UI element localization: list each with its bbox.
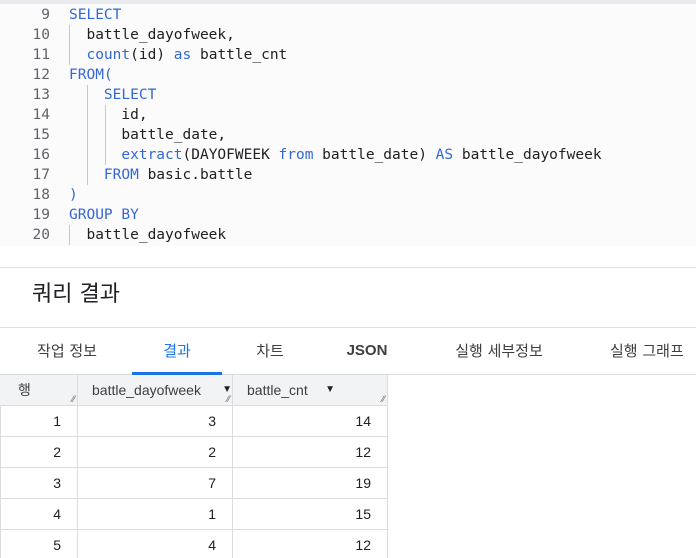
column-header-cnt[interactable]: battle_cnt ▼ ⁄⁄ — [233, 375, 388, 406]
code-text: FROM basic.battle — [69, 165, 252, 185]
sql-keyword: GROUP BY — [69, 207, 139, 223]
sql-identifier: id, — [69, 107, 148, 123]
dayofweek-cell[interactable]: 1 — [78, 499, 233, 530]
sql-keyword: ) — [69, 187, 78, 203]
cnt-cell[interactable]: 12 — [233, 530, 388, 558]
code-line[interactable]: 9 SELECT — [0, 5, 696, 25]
sql-keyword: extract — [121, 147, 183, 163]
code-line[interactable]: 13 SELECT — [0, 85, 696, 105]
line-number: 14 — [32, 107, 50, 123]
tab-json[interactable]: JSON — [328, 328, 406, 375]
code-text: GROUP BY — [69, 205, 139, 225]
row-number-cell[interactable]: 2 — [0, 437, 78, 468]
code-text: count(id) as battle_cnt — [69, 45, 287, 65]
panel-splitter[interactable] — [0, 246, 696, 268]
cnt-cell[interactable]: 15 — [233, 499, 388, 530]
sql-editor[interactable]: 9 SELECT 10 battle_dayofweek, 11 count(id) … — [0, 0, 696, 246]
cnt-cell[interactable]: 19 — [233, 468, 388, 499]
sql-keyword: SELECT — [69, 7, 122, 23]
line-number: 10 — [32, 27, 50, 43]
row-number-cell[interactable]: 5 — [0, 530, 78, 558]
line-number: 18 — [32, 187, 50, 203]
cnt-cell[interactable]: 12 — [233, 437, 388, 468]
code-line[interactable]: 20 battle_dayofweek — [0, 225, 696, 245]
code-line[interactable]: 12 FROM( — [0, 65, 696, 85]
code-text: extract(DAYOFWEEK from battle_date) AS b… — [69, 145, 602, 165]
column-header-row[interactable]: 행 ⁄⁄ — [0, 375, 78, 406]
sql-keyword: AS — [435, 147, 454, 163]
line-number: 20 — [32, 227, 50, 243]
sql-identifier: battle_dayofweek, — [69, 27, 235, 43]
code-text: ) — [69, 185, 78, 205]
sql-identifier — [69, 147, 121, 163]
code-line[interactable]: 19 GROUP BY — [0, 205, 696, 225]
sql-keyword: from — [278, 147, 314, 163]
dayofweek-cell[interactable]: 3 — [78, 406, 233, 437]
cnt-cell[interactable]: 14 — [233, 406, 388, 437]
sql-identifier — [69, 47, 86, 63]
row-number-cell[interactable]: 4 — [0, 499, 78, 530]
line-number: 11 — [32, 47, 50, 63]
line-number: 16 — [32, 147, 50, 163]
sql-identifier: (DAYOFWEEK — [182, 147, 279, 163]
sql-keyword: SELECT — [103, 87, 157, 103]
dayofweek-cell[interactable]: 7 — [78, 468, 233, 499]
sql-keyword: count — [86, 47, 131, 63]
code-text: SELECT — [69, 85, 156, 105]
tab-job-info[interactable]: 작업 정보 — [18, 328, 116, 375]
line-number: 9 — [41, 7, 50, 23]
code-text: battle_dayofweek, — [69, 25, 235, 45]
results-title: 쿼리 결과 — [32, 282, 120, 307]
indent-guide — [69, 25, 70, 65]
column-header-label: 행 — [18, 382, 31, 398]
code-line[interactable]: 17 FROM basic.battle — [0, 165, 696, 185]
code-text: FROM( — [69, 65, 113, 85]
column-header-dayofweek[interactable]: battle_dayofweek ▼ ⁄⁄ — [78, 375, 233, 406]
sql-identifier: battle_dayofweek — [453, 147, 602, 163]
tab-execution-graph[interactable]: 실행 그래프 — [598, 328, 696, 375]
results-tabs: 작업 정보 결과 차트 JSON 실행 세부정보 실행 그래프 — [0, 327, 696, 375]
resize-handle-icon[interactable]: ⁄⁄ — [382, 394, 385, 404]
tab-execution-details[interactable]: 실행 세부정보 — [436, 328, 562, 375]
line-number: 19 — [32, 207, 50, 223]
code-line[interactable]: 18) — [0, 185, 696, 205]
indent-guide — [105, 105, 106, 165]
code-line[interactable]: 11 count(id) as battle_cnt — [0, 45, 696, 65]
resize-handle-icon[interactable]: ⁄⁄ — [72, 394, 75, 404]
sql-keyword: as — [173, 47, 192, 63]
code-text: id, — [69, 105, 148, 125]
column-header-label: battle_dayofweek — [92, 382, 201, 398]
code-text: battle_date, — [69, 125, 226, 145]
line-number: 13 — [32, 87, 50, 103]
indent-guide — [69, 225, 70, 245]
dayofweek-cell[interactable]: 2 — [78, 437, 233, 468]
line-number: 17 — [32, 167, 50, 183]
sql-identifier: battle_cnt — [191, 47, 288, 63]
sql-identifier: battle_dayofweek — [69, 227, 227, 243]
tab-chart[interactable]: 차트 — [236, 328, 304, 375]
column-header-label: battle_cnt — [247, 382, 308, 398]
code-text: battle_dayofweek — [69, 225, 226, 245]
sql-identifier: battle_date, — [69, 127, 227, 143]
row-number-cell[interactable]: 3 — [0, 468, 78, 499]
sql-identifier: basic.battle — [138, 167, 253, 183]
dayofweek-cell[interactable]: 4 — [78, 530, 233, 558]
resize-handle-icon[interactable]: ⁄⁄ — [227, 394, 230, 404]
indent-guide — [87, 85, 88, 185]
code-text: SELECT — [69, 5, 121, 25]
code-line[interactable]: 10 battle_dayofweek, — [0, 25, 696, 45]
tab-results[interactable]: 결과 — [132, 328, 222, 375]
sql-identifier: (id) — [130, 47, 174, 63]
sql-keyword: FROM( — [69, 67, 113, 83]
sql-identifier: battle_date) — [313, 147, 436, 163]
line-number: 15 — [32, 127, 50, 143]
sort-arrow-icon[interactable]: ▼ — [325, 375, 335, 405]
row-number-cell[interactable]: 1 — [0, 406, 78, 437]
line-number: 12 — [32, 67, 50, 83]
sql-keyword: FROM — [103, 167, 139, 183]
